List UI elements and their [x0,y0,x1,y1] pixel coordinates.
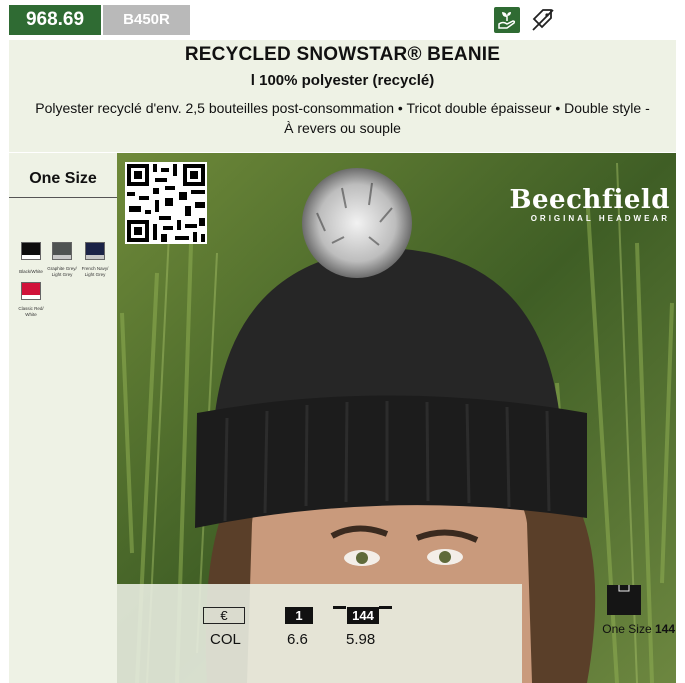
currency-label: € [203,607,245,624]
product-material: l 100% polyester (recyclé) [250,72,435,89]
product-code-badge: 968.69 [9,5,101,35]
qr-code[interactable] [125,162,207,244]
packaging-size: One Size [602,622,652,636]
price-row-label: COL [210,631,241,648]
carton-box-icon [607,585,641,615]
price-panel: € 1 144 COL 6.6 5.98 [117,584,522,683]
size-heading: One Size [29,170,97,187]
reference-badge: B450R [103,5,190,35]
brand-logo: Beechfield ORIGINAL HEADWEAR [505,186,670,223]
tier-qty-2: 144 [347,607,379,624]
color-swatch-classic-red[interactable] [21,282,41,300]
packaging-quantity: 144 [654,622,675,636]
color-label: Graphite Grey/ Light Grey [47,266,77,277]
color-swatch-graphite-grey[interactable] [52,242,72,260]
color-label: Black/White [19,269,43,274]
tier-qty-1: 1 [285,607,313,624]
product-description: Polyester recyclé d'env. 2,5 bouteilles … [35,100,650,136]
color-label: French Navy/ Light Grey [81,266,109,277]
description-band: RECYCLED SNOWSTAR® BEANIE l 100% polyest… [9,40,676,152]
product-title: RECYCLED SNOWSTAR® BEANIE [184,44,501,65]
size-divider [9,197,117,198]
color-swatch-french-navy[interactable] [85,242,105,260]
no-tag-icon [530,7,556,33]
color-swatch-black-white[interactable] [21,242,41,260]
tier-dash-right [379,606,392,609]
tier-price-2: 5.98 [346,631,376,648]
brand-name: Beechfield [509,185,670,215]
eco-recycled-icon [494,7,520,33]
tier-dash-left [333,606,346,609]
options-panel: One Size Black/White Graphite Grey/ Ligh… [9,153,117,683]
color-label: Classic Red/ White [18,306,44,317]
tier-price-1: 6.6 [287,631,308,648]
packaging-info: One Size 144 [575,622,675,636]
brand-tagline: ORIGINAL HEADWEAR [530,214,670,223]
